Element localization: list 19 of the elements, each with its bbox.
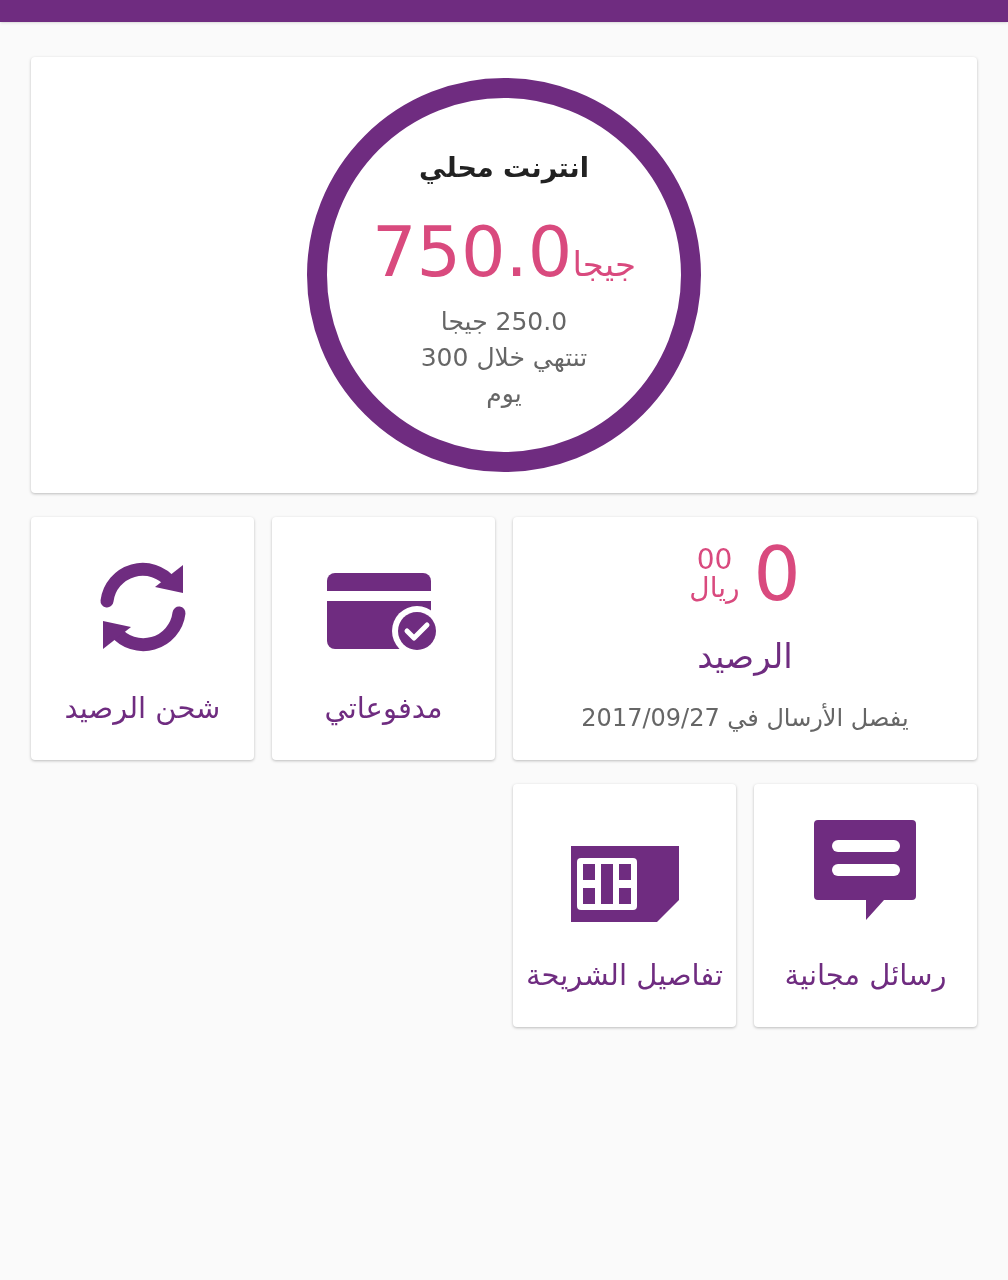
- currency-label: ريال: [689, 574, 740, 602]
- remaining-text: 250.0 جيجا: [440, 305, 568, 338]
- tile-label: تفاصيل الشريحة: [525, 956, 724, 994]
- remaining-text: تنتهي خلال 300: [420, 341, 588, 374]
- menu-tile[interactable]: شحن الرصيد: [31, 517, 254, 760]
- menu-tile[interactable]: رسائل مجانية: [754, 784, 977, 1027]
- balance-fraction: 00: [696, 546, 733, 574]
- tile-label: رسائل مجانية: [784, 956, 947, 994]
- balance-amount: 0: [753, 537, 801, 611]
- amount-unit: جيجا: [572, 242, 636, 286]
- balance-label: الرصيد: [697, 635, 793, 678]
- amount-value: 750.0: [372, 216, 573, 287]
- remaining-text: يوم: [486, 377, 522, 410]
- menu-tile[interactable]: تفاصيل الشريحة: [513, 784, 736, 1027]
- tile-label: شحن الرصيد: [64, 689, 221, 727]
- plan-title: انترنت محلي: [419, 151, 589, 186]
- menu-tile[interactable]: مدفوعاتي: [272, 517, 495, 760]
- tile-label: مدفوعاتي: [324, 689, 443, 728]
- expiry-note: يفصل الأرسال في 2017/09/27: [581, 702, 909, 734]
